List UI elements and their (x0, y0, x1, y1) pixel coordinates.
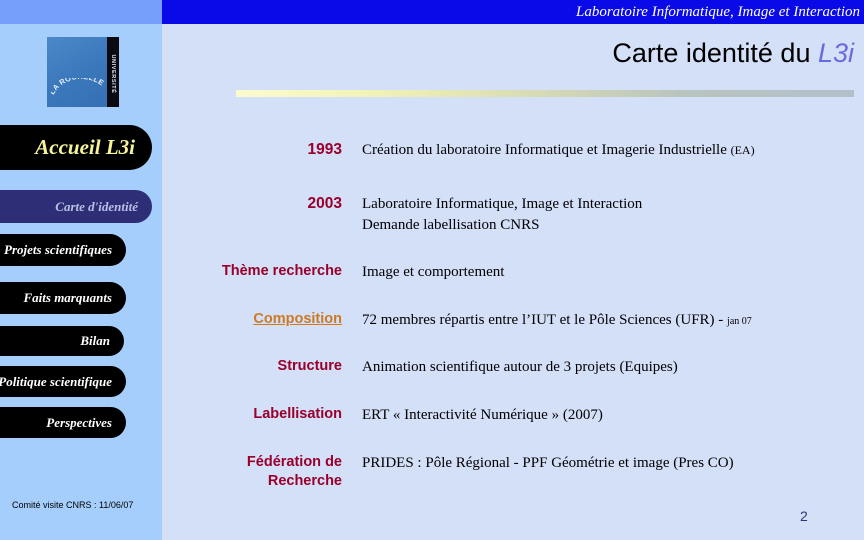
sidebar-item-label: Faits marquants (23, 290, 112, 305)
banner-title: Laboratoire Informatique, Image et Inter… (576, 3, 860, 20)
row-label: 2003 (307, 195, 342, 212)
logo-arc-label: LA ROCHELLE (51, 78, 105, 96)
sidebar-top-strip (0, 0, 162, 24)
sidebar-item-accueil[interactable]: Accueil L3i (0, 125, 152, 170)
sidebar-item-label: Perspectives (46, 414, 112, 430)
page-title: Carte identité du L3i (360, 38, 854, 69)
svg-text:LA ROCHELLE: LA ROCHELLE (51, 78, 105, 96)
sidebar-item-carte-identite[interactable]: Carte d'identité (0, 190, 152, 223)
row-value: 72 membres répartis entre l’IUT et le Pô… (362, 310, 862, 332)
row-value: Création du laboratoire Informatique et … (362, 140, 862, 161)
title-divider (236, 90, 854, 97)
sidebar-footer-note: Comité visite CNRS : 11/06/07 (12, 500, 134, 510)
row-value: PRIDES : Pôle Régional - PPF Géométrie e… (362, 455, 734, 471)
row-label: Fédération de Recherche (162, 453, 342, 491)
sidebar: LA ROCHELLE UNIVERSITÉ Accueil L3i Carte… (0, 0, 162, 540)
sidebar-item-label: Projets scientifiques (4, 242, 112, 257)
row-label: 1993 (307, 141, 342, 158)
sidebar-item-label: Accueil L3i (35, 135, 135, 159)
header-banner: Laboratoire Informatique, Image et Inter… (162, 0, 864, 24)
logo-arc-text: LA ROCHELLE (51, 78, 105, 96)
sidebar-item-label: Politique scientifique (0, 373, 112, 389)
row-label-line2: Recherche (267, 473, 342, 489)
row-label: Structure (277, 358, 342, 374)
page-title-accent: L3i (817, 38, 854, 68)
page-title-main: Carte identité du (612, 38, 818, 68)
row-label-line1: Fédération de (246, 454, 342, 470)
sidebar-item-bilan[interactable]: Bilan (0, 326, 124, 356)
sidebar-item-politique-scientifique[interactable]: Politique scientifique (0, 366, 126, 397)
row-value-suffix: (EA) (730, 143, 755, 157)
row-label: Labellisation (253, 406, 342, 422)
logo-universite-label: UNIVERSITÉ (110, 54, 116, 94)
row-label: Thème recherche (221, 263, 342, 279)
page-number: 2 (800, 508, 808, 524)
sidebar-item-label: Carte d'identité (55, 198, 138, 214)
logo-vertical-bar: UNIVERSITÉ (107, 37, 119, 107)
row-value-line2: Demande labellisation CNRS (362, 217, 540, 233)
row-value: Laboratoire Informatique, Image et Inter… (362, 194, 862, 236)
row-value-main: 72 membres répartis entre l’IUT et le Pô… (362, 312, 728, 328)
sidebar-item-projets-scientifiques[interactable]: Projets scientifiques (0, 234, 126, 266)
row-value-suffix: jan 07 (727, 316, 752, 327)
university-logo: LA ROCHELLE UNIVERSITÉ (47, 37, 119, 107)
slide: LA ROCHELLE UNIVERSITÉ Accueil L3i Carte… (0, 0, 864, 540)
row-value: ERT « Interactivité Numérique » (2007) (362, 407, 603, 423)
sidebar-item-faits-marquants[interactable]: Faits marquants (0, 282, 126, 314)
row-label-composition-link[interactable]: Composition (162, 310, 342, 329)
row-value: Animation scientifique autour de 3 proje… (362, 359, 678, 375)
row-value: Image et comportement (362, 264, 505, 280)
row-value-main: Création du laboratoire Informatique et … (362, 142, 731, 158)
sidebar-item-perspectives[interactable]: Perspectives (0, 407, 126, 438)
row-value-main: Laboratoire Informatique, Image et Inter… (362, 196, 643, 212)
sidebar-item-label: Bilan (80, 333, 110, 348)
